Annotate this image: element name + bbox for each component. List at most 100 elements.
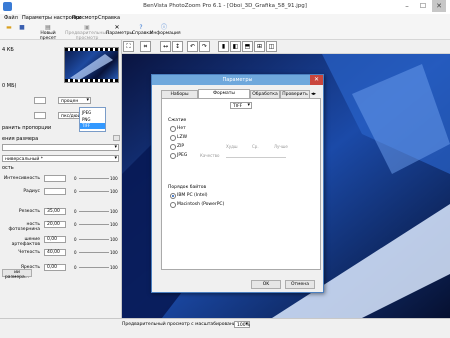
adjustment-label: Резкость — [18, 209, 40, 214]
compression-jpeg-radio[interactable] — [170, 153, 176, 159]
rotate-right-icon[interactable]: ↷ — [199, 41, 210, 52]
memory-size: 0 МБ) — [2, 83, 17, 89]
parameters-dialog: Параметры ✕ Наборы настроек Форматы изоб… — [151, 74, 324, 293]
adjustment-value[interactable] — [44, 175, 66, 182]
tab-processing[interactable]: Обработка — [250, 90, 280, 98]
slider-min-label: 0 — [74, 189, 77, 194]
slider-max-label: 100 — [110, 176, 118, 181]
adjustment-slider[interactable] — [79, 178, 109, 179]
open-button[interactable]: ▬ — [3, 24, 15, 39]
adjustment-slider[interactable] — [79, 239, 109, 240]
byte-order-ibm-label: IBM PC (Intel) — [177, 193, 208, 198]
dialog-titlebar: Параметры ✕ — [152, 75, 323, 85]
adjustment-label: Интенсивность — [3, 176, 40, 181]
quality-slider[interactable] — [226, 157, 286, 158]
byte-order-ibm-radio[interactable] — [170, 193, 176, 199]
window-title: BenVista PhotoZoom Pro 6.1 - [Oboi_3D_Gr… — [143, 3, 307, 9]
adjustment-value[interactable]: 40,00 — [44, 249, 66, 256]
compression-jpeg-label: JPEG — [177, 153, 188, 158]
parameters-button[interactable]: ✕ Параметры — [106, 24, 133, 39]
tab-check-updates[interactable]: Проверить н... — [280, 90, 310, 105]
adjustment-value[interactable] — [44, 188, 66, 195]
tab-scroll-icon[interactable]: ◂▸ — [311, 91, 316, 97]
slider-max-label: 100 — [110, 222, 118, 227]
preset-select[interactable]: ниверсальный * — [2, 155, 119, 162]
compression-lzw-radio[interactable] — [170, 135, 176, 141]
menu-view[interactable]: Просмотр — [72, 15, 98, 21]
keep-proportions-label[interactable]: ранить пропорции — [2, 125, 51, 131]
view-split-h-icon[interactable]: ⬒ — [242, 41, 253, 52]
unit-select[interactable]: процен — [58, 97, 91, 104]
preview-button[interactable]: ▣ Предварительный просмотр — [64, 24, 110, 41]
compression-zip-radio[interactable] — [170, 144, 176, 150]
ok-button[interactable]: OK — [251, 280, 281, 289]
maximize-button[interactable]: ☐ — [416, 0, 430, 12]
compression-none-radio[interactable] — [170, 126, 176, 132]
resize-button[interactable]: ии размера... — [2, 269, 32, 280]
adjustment-label: Четкость — [18, 250, 40, 255]
adjustment-slider[interactable] — [79, 267, 109, 268]
format-select[interactable]: TIFF — [230, 102, 252, 109]
slider-max-label: 100 — [110, 189, 118, 194]
slider-min-label: 0 — [74, 265, 77, 270]
rotate-left-icon[interactable]: ↶ — [187, 41, 198, 52]
help-icon: ? — [139, 24, 143, 31]
save-button[interactable]: ■ — [16, 24, 28, 39]
format-option-jpeg[interactable]: JPEG — [82, 110, 91, 115]
tools-icon: ✕ — [114, 24, 120, 31]
minimize-button[interactable]: – — [400, 0, 414, 12]
adjustment-slider[interactable] — [79, 224, 109, 225]
width-stepper[interactable] — [34, 97, 46, 104]
menu-file[interactable]: Файл — [4, 15, 18, 21]
format-dropdown-list: JPEG PNG TIFF — [79, 107, 106, 132]
file-size: 4 КБ — [2, 47, 14, 53]
slider-max-label: 100 — [110, 265, 118, 270]
info-button[interactable]: ⓘ Информация — [150, 24, 181, 39]
help-button[interactable]: ? Справка — [132, 24, 152, 39]
quality-mid-label: Ср. — [252, 144, 259, 149]
zoom-select[interactable]: 100% — [234, 321, 250, 328]
fit-height-icon[interactable]: ↕ — [172, 41, 183, 52]
status-text: Предварительный просмотр с масштабирован… — [122, 322, 242, 327]
dialog-close-button[interactable]: ✕ — [310, 75, 323, 85]
resize-method-more-button[interactable] — [113, 135, 120, 141]
tab-presets[interactable]: Наборы настроек — [161, 90, 198, 105]
select-tool-icon[interactable]: ⛶ — [123, 41, 134, 52]
adjustment-label: Радиус — [23, 189, 40, 194]
resolution-stepper[interactable] — [34, 112, 46, 119]
adjustment-value[interactable]: 20,00 — [44, 221, 66, 228]
view-split-v-icon[interactable]: ◧ — [230, 41, 241, 52]
adjustment-slider[interactable] — [79, 191, 109, 192]
title-bar: BenVista PhotoZoom Pro 6.1 - [Oboi_3D_Gr… — [0, 0, 450, 15]
byte-order-mac-radio[interactable] — [170, 202, 176, 208]
adjustment-slider[interactable] — [79, 211, 109, 212]
menu-bar: Файл Параметры настройки Просмотр Справк… — [0, 14, 450, 23]
status-bar: Предварительный просмотр с масштабирован… — [0, 318, 450, 338]
thumbnail-graphic — [70, 54, 113, 80]
format-option-png[interactable]: PNG — [82, 117, 91, 122]
section-label: ость — [2, 165, 14, 171]
view-single-icon[interactable]: ▮ — [218, 41, 229, 52]
info-label: Информация — [150, 31, 181, 36]
quality-label: Качество — [200, 153, 220, 158]
slider-max-label: 100 — [110, 250, 118, 255]
view-quad-icon[interactable]: ⊞ — [254, 41, 265, 52]
new-preset-button[interactable]: ▤ Новый пресет — [33, 24, 63, 41]
cancel-button[interactable]: Отмена — [285, 280, 315, 289]
view-compare-icon[interactable]: ◫ — [266, 41, 277, 52]
preset-icon: ▤ — [45, 24, 51, 31]
menu-help[interactable]: Справка — [98, 15, 120, 21]
adjustment-value[interactable]: 35,00 — [44, 208, 66, 215]
quality-worst-label: Худш — [226, 144, 238, 149]
format-option-tiff[interactable]: TIFF — [80, 123, 105, 129]
method-select[interactable] — [2, 144, 119, 151]
adjustment-value[interactable]: 0,00 — [44, 236, 66, 243]
close-button[interactable]: ✕ — [432, 0, 446, 12]
fit-width-icon[interactable]: ↔ — [160, 41, 171, 52]
crop-tool-icon[interactable]: ⌗ — [140, 41, 151, 52]
adjustment-label: ность фотозернина — [8, 222, 40, 232]
adjustment-slider[interactable] — [79, 252, 109, 253]
left-panel — [0, 40, 122, 328]
resize-method-label: ения размера — [2, 136, 39, 142]
adjustment-value[interactable]: 0,00 — [44, 264, 66, 271]
